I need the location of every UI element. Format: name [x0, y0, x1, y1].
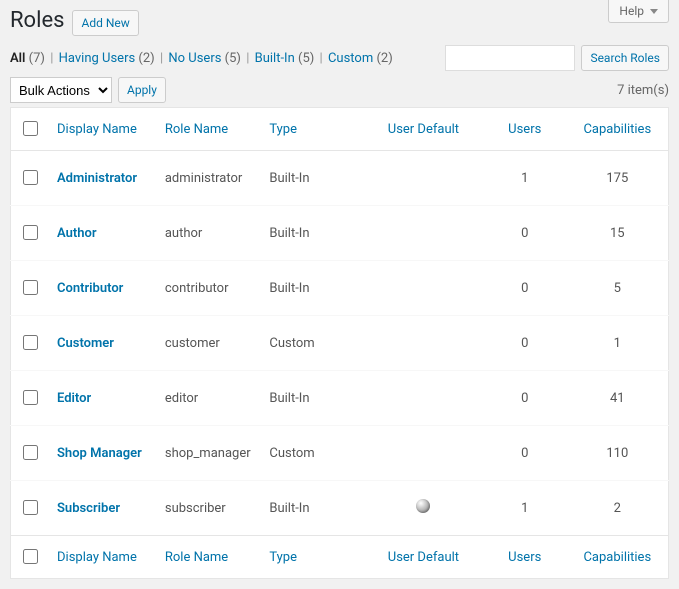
- search-button[interactable]: Search Roles: [581, 45, 669, 71]
- col-type[interactable]: Type: [261, 108, 364, 151]
- chevron-down-icon: [650, 9, 658, 14]
- filter-builtin-count: (5): [298, 51, 314, 66]
- table-row: Shop Manager shop_managerCustom 0110: [11, 426, 669, 481]
- row-checkbox[interactable]: [23, 280, 38, 295]
- role-type-cell: Custom: [261, 426, 364, 481]
- caps-cell: 15: [567, 206, 669, 261]
- users-cell: 1: [483, 481, 567, 536]
- role-type-cell: Built-In: [261, 151, 364, 206]
- row-checkbox[interactable]: [23, 445, 38, 460]
- table-row: Customer customerCustom 01: [11, 316, 669, 371]
- users-cell: 0: [483, 371, 567, 426]
- user-default-cell: [364, 151, 483, 206]
- role-name-cell: customer: [157, 316, 262, 371]
- page-title: Roles: [10, 8, 64, 33]
- filter-no-users[interactable]: No Users: [168, 51, 221, 66]
- table-row: Editor editorBuilt-In 041: [11, 371, 669, 426]
- help-button[interactable]: Help: [608, 0, 669, 23]
- help-label: Help: [619, 4, 644, 18]
- role-display-link[interactable]: Shop Manager: [57, 446, 142, 461]
- caps-cell: 1: [567, 316, 669, 371]
- filter-custom[interactable]: Custom: [328, 51, 373, 66]
- apply-button[interactable]: Apply: [118, 77, 166, 103]
- bulk-actions-select[interactable]: Bulk Actions: [10, 77, 112, 103]
- role-name-cell: author: [157, 206, 262, 261]
- role-display-link[interactable]: Administrator: [57, 171, 137, 186]
- search-input[interactable]: [445, 45, 575, 71]
- filter-having-users[interactable]: Having Users: [59, 51, 136, 66]
- role-name-cell: shop_manager: [157, 426, 262, 481]
- users-cell: 0: [483, 206, 567, 261]
- user-default-cell: [364, 371, 483, 426]
- roles-table: Display Name Role Name Type User Default…: [10, 107, 669, 579]
- col-role-name-foot[interactable]: Role Name: [157, 536, 262, 579]
- col-capabilities[interactable]: Capabilities: [567, 108, 669, 151]
- filter-all[interactable]: All: [10, 51, 25, 66]
- role-display-link[interactable]: Customer: [57, 336, 114, 351]
- role-display-link[interactable]: Subscriber: [57, 501, 120, 516]
- table-row: Author authorBuilt-In 015: [11, 206, 669, 261]
- filter-builtin[interactable]: Built-In: [255, 51, 295, 66]
- row-checkbox[interactable]: [23, 225, 38, 240]
- role-display-link[interactable]: Author: [57, 226, 97, 241]
- role-name-cell: subscriber: [157, 481, 262, 536]
- caps-cell: 5: [567, 261, 669, 316]
- row-checkbox[interactable]: [23, 390, 38, 405]
- users-cell: 1: [483, 151, 567, 206]
- col-user-default[interactable]: User Default: [364, 108, 483, 151]
- user-default-cell: [364, 481, 483, 536]
- col-users-foot[interactable]: Users: [483, 536, 567, 579]
- user-default-cell: [364, 426, 483, 481]
- select-all-bottom[interactable]: [23, 549, 38, 564]
- row-checkbox[interactable]: [23, 335, 38, 350]
- col-display-name[interactable]: Display Name: [49, 108, 157, 151]
- col-role-name[interactable]: Role Name: [157, 108, 262, 151]
- user-default-cell: [364, 206, 483, 261]
- add-new-button[interactable]: Add New: [72, 10, 138, 36]
- default-icon: [416, 499, 430, 513]
- row-checkbox[interactable]: [23, 500, 38, 515]
- filter-all-count: (7): [29, 51, 45, 66]
- role-type-cell: Built-In: [261, 261, 364, 316]
- role-name-cell: contributor: [157, 261, 262, 316]
- select-all-top[interactable]: [23, 121, 38, 136]
- users-cell: 0: [483, 426, 567, 481]
- filter-custom-count: (2): [376, 51, 392, 66]
- role-type-cell: Custom: [261, 316, 364, 371]
- role-name-cell: editor: [157, 371, 262, 426]
- table-row: Administrator administratorBuilt-In 1175: [11, 151, 669, 206]
- col-capabilities-foot[interactable]: Capabilities: [567, 536, 669, 579]
- col-type-foot[interactable]: Type: [261, 536, 364, 579]
- role-display-link[interactable]: Editor: [57, 391, 91, 406]
- users-cell: 0: [483, 261, 567, 316]
- role-type-cell: Built-In: [261, 371, 364, 426]
- role-display-link[interactable]: Contributor: [57, 281, 123, 296]
- users-cell: 0: [483, 316, 567, 371]
- caps-cell: 41: [567, 371, 669, 426]
- role-type-cell: Built-In: [261, 206, 364, 261]
- row-checkbox[interactable]: [23, 170, 38, 185]
- user-default-cell: [364, 261, 483, 316]
- filter-having-count: (2): [138, 51, 154, 66]
- col-display-name-foot[interactable]: Display Name: [49, 536, 157, 579]
- caps-cell: 175: [567, 151, 669, 206]
- role-type-cell: Built-In: [261, 481, 364, 536]
- table-row: Contributor contributorBuilt-In 05: [11, 261, 669, 316]
- col-user-default-foot[interactable]: User Default: [364, 536, 483, 579]
- user-default-cell: [364, 316, 483, 371]
- items-count: 7 item(s): [617, 83, 669, 98]
- caps-cell: 2: [567, 481, 669, 536]
- filter-no-count: (5): [225, 51, 241, 66]
- table-row: Subscriber subscriberBuilt-In 12: [11, 481, 669, 536]
- caps-cell: 110: [567, 426, 669, 481]
- filter-links: All (7) | Having Users (2) | No Users (5…: [10, 51, 393, 66]
- role-name-cell: administrator: [157, 151, 262, 206]
- col-users[interactable]: Users: [483, 108, 567, 151]
